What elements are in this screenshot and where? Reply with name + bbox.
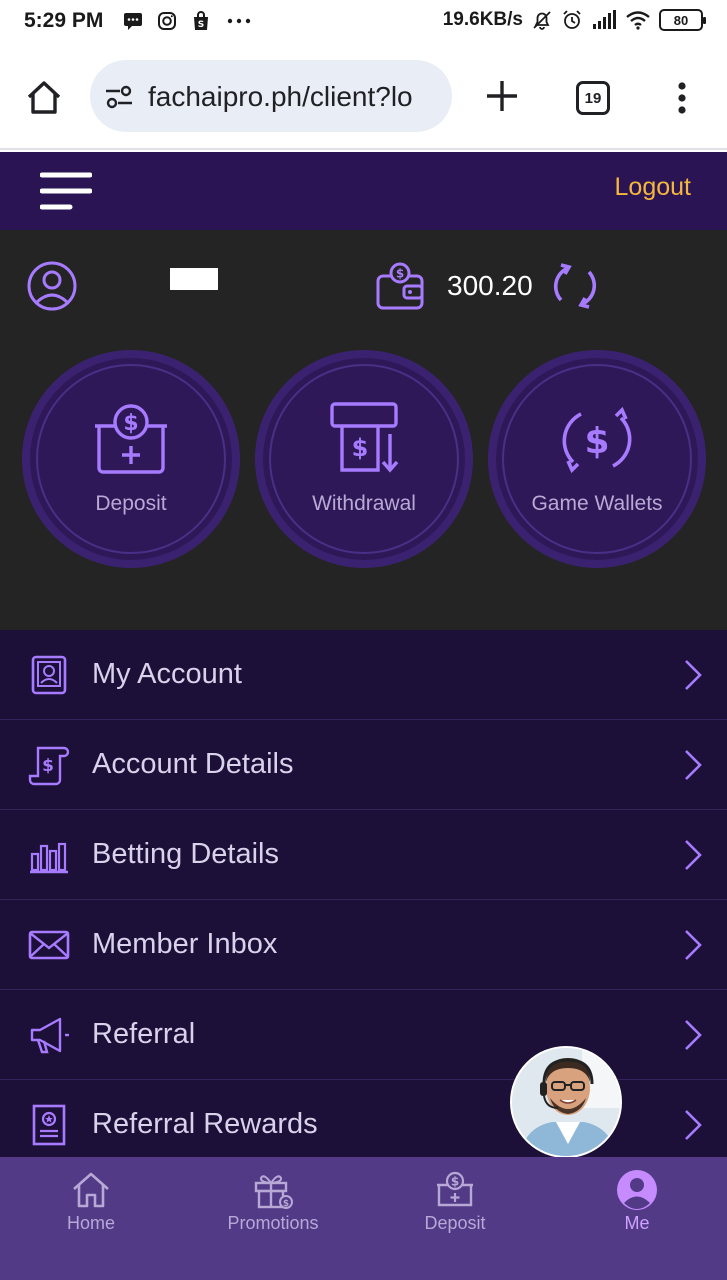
chevron-right-icon [685,750,702,780]
bell-off-icon [533,11,551,30]
refresh-icon[interactable] [549,260,601,312]
system-icons: 19.6KB/s 80 [442,9,706,31]
menu-label: My Account [92,658,242,690]
gift-icon: $ [254,1175,293,1209]
browser-menu-icon[interactable] [672,78,692,118]
svg-text:$: $ [352,434,369,462]
battery-level: 80 [673,12,689,28]
address-bar[interactable]: fachaipro.ph/client?lo [90,60,452,132]
new-tab-icon[interactable] [482,76,522,116]
svg-text:$: $ [396,267,404,281]
user-icon [617,1170,657,1210]
menu-item-betting-details[interactable]: Betting Details [0,810,727,900]
signal-icon [593,10,616,29]
menu-item-my-account[interactable]: My Account [0,630,727,720]
nav-promotions[interactable]: $ Promotions [182,1157,364,1280]
tab-switcher-button[interactable]: 19 [576,81,610,115]
menu-label: Referral [92,1018,196,1050]
chevron-right-icon [685,1020,702,1050]
nav-me[interactable]: Me [546,1157,727,1280]
game-wallets-icon: $ [562,406,632,474]
wifi-icon [626,11,650,30]
nav-label: Home [66,1213,115,1233]
status-bar: 5:29 PM S 19.6KB/s 80 [0,0,727,44]
referral-icon [30,1017,69,1054]
menu-item-member-inbox[interactable]: Member Inbox [0,900,727,990]
shopping-bag-icon: S [194,11,208,30]
deposit-button[interactable]: $ Deposit [22,350,240,568]
betting-details-icon [30,842,68,874]
user-avatar-icon [27,261,77,311]
nav-label: Deposit [424,1213,486,1233]
member-inbox-icon [28,930,70,960]
bottom-navigation: Home $ Promotions $ Deposit Me [0,1157,727,1280]
hamburger-menu-icon[interactable] [40,170,92,212]
chevron-right-icon [685,930,702,960]
nav-label: Promotions [227,1213,319,1233]
home-icon [73,1172,109,1208]
url-text[interactable]: fachaipro.ph/client?lo [148,81,413,113]
site-settings-icon[interactable] [104,85,134,109]
tab-count: 19 [584,89,602,107]
menu-label: Referral Rewards [92,1108,318,1140]
menu-item-account-details[interactable]: $ Account Details [0,720,727,810]
svg-text:$: $ [42,756,54,776]
network-speed: 19.6KB/s [442,9,523,30]
svg-text:$: $ [584,421,609,462]
game-wallets-button[interactable]: $ Game Wallets [488,350,706,568]
alarm-icon [563,10,581,29]
svg-text:$: $ [283,1199,289,1209]
browser-toolbar: fachaipro.ph/client?lo 19 [0,44,727,150]
deposit-icon: $ [437,1171,473,1207]
account-details-icon: $ [28,746,70,786]
logout-button[interactable]: Logout [615,173,691,202]
svg-text:$: $ [123,411,138,436]
chevron-right-icon [685,840,702,870]
deposit-label: Deposit [95,492,167,515]
withdrawal-button[interactable]: $ Withdrawal [255,350,473,568]
wallet-balance: 300.20 [447,270,533,301]
live-support-avatar[interactable] [510,1046,622,1158]
instagram-icon [158,12,176,30]
svg-text:S: S [198,20,204,30]
game-wallets-label: Game Wallets [531,492,663,515]
battery-icon: 80 [659,9,706,31]
deposit-icon: $ [95,404,167,474]
support-agent-icon [512,1048,620,1156]
nav-deposit[interactable]: $ Deposit [364,1157,546,1280]
menu-item-referral[interactable]: Referral [0,990,727,1080]
menu-label: Account Details [92,748,294,780]
nav-label: Me [624,1213,650,1233]
menu-label: Betting Details [92,838,279,870]
chevron-right-icon [685,660,702,690]
nav-home[interactable]: Home [0,1157,182,1280]
my-account-icon [31,655,67,695]
wallet-panel: $ 300.20 $ Deposit $ Withdrawal $ Game W… [0,230,727,630]
withdrawal-icon: $ [330,402,399,473]
more-icon [227,18,251,24]
wallet-icon: $ [376,262,424,310]
chevron-right-icon [685,1110,702,1140]
notification-icons: S [122,10,254,32]
home-icon[interactable] [24,78,64,118]
status-time: 5:29 PM [24,9,104,32]
message-icon [124,13,142,30]
withdrawal-label: Withdrawal [312,492,416,515]
app-header: Logout [0,152,727,230]
svg-text:$: $ [451,1175,459,1189]
username-redacted [170,268,218,290]
referral-rewards-icon [32,1104,66,1146]
menu-label: Member Inbox [92,928,278,960]
